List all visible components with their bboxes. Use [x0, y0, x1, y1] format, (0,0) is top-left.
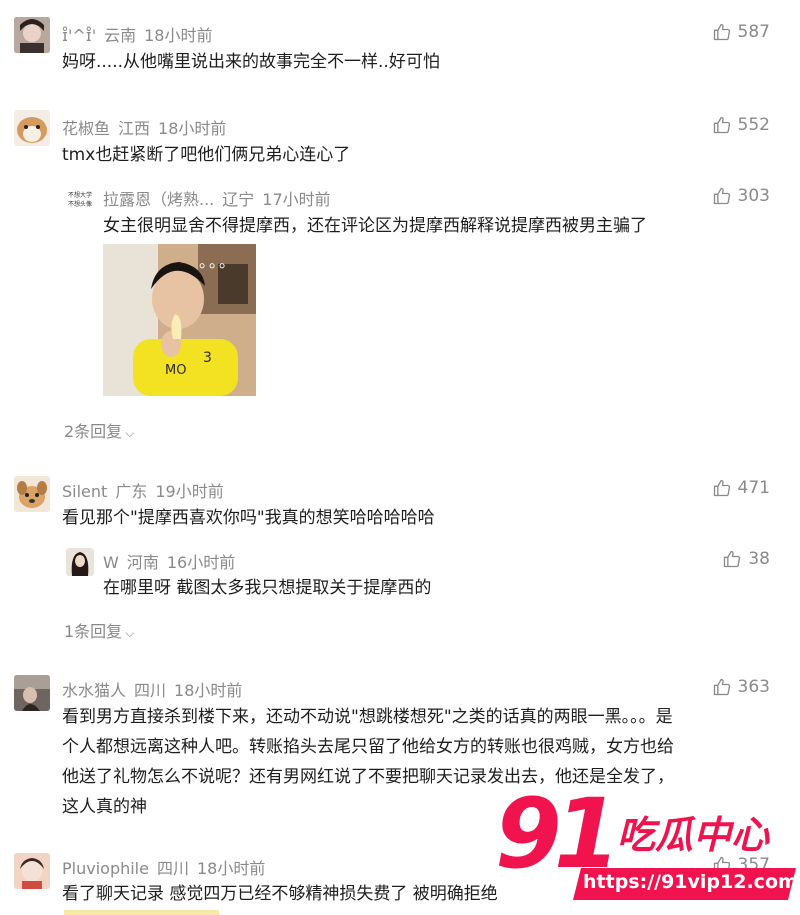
- like-button[interactable]: 363: [712, 677, 770, 697]
- view-replies-link[interactable]: 1条回复 ⌵: [64, 618, 134, 642]
- comment-text: tmx也赶紧断了吧他们俩兄弟心连心了: [62, 145, 351, 165]
- like-button[interactable]: 587: [712, 22, 770, 42]
- location: 江西: [118, 119, 151, 138]
- comment-text: 看到男方直接杀到楼下来，还动不动说"想跳楼想死"之类的话真的两眼一黑。。。是 个…: [62, 702, 782, 822]
- like-count: 471: [737, 478, 770, 498]
- comment-text: 看了聊天记录 感觉四万已经不够精神损失费了 被明确拒绝: [62, 884, 498, 904]
- like-count: 552: [737, 115, 770, 135]
- location: 辽宁: [222, 190, 255, 209]
- location: 广东: [115, 482, 148, 501]
- comment-meta: ɪ̊'^ɪ̊' 云南 18小时前: [62, 22, 212, 46]
- like-button[interactable]: 552: [712, 115, 770, 135]
- username[interactable]: W: [103, 553, 119, 572]
- username[interactable]: Silent: [62, 482, 107, 501]
- comment-text: 看见那个"提摩西喜欢你吗"我真的想笑哈哈哈哈哈: [62, 508, 435, 528]
- thumbs-up-icon: [713, 187, 730, 205]
- like-count: 38: [748, 549, 770, 569]
- like-count: 357: [737, 855, 770, 875]
- like-button[interactable]: 471: [712, 478, 770, 498]
- reply-image[interactable]: MO 3 。。。: [103, 244, 256, 396]
- photo-overlay-text: 。。。: [199, 252, 238, 271]
- like-button[interactable]: 303: [712, 186, 770, 206]
- avatar[interactable]: [14, 675, 50, 711]
- location: 云南: [104, 26, 137, 45]
- like-button[interactable]: 357: [712, 855, 770, 875]
- reply-text: 在哪里呀 截图太多我只想提取关于提摩西的: [103, 578, 432, 598]
- comment-text-line: 这人真的神: [62, 797, 147, 817]
- highlight-underline: [64, 910, 219, 915]
- comment-meta: 花椒鱼 江西 18小时前: [62, 115, 226, 139]
- reply-meta: 拉露恩（烤熟... 辽宁 17小时前: [103, 186, 331, 210]
- location: 四川: [156, 859, 189, 878]
- reply-avatar-text: 不想大学 不想头像: [67, 192, 92, 208]
- avatar[interactable]: [14, 853, 50, 889]
- username[interactable]: ɪ̊'^ɪ̊': [62, 26, 96, 45]
- timestamp: 18小时前: [158, 119, 227, 138]
- like-count: 363: [737, 677, 770, 697]
- thumbs-up-icon: [713, 856, 730, 874]
- comment-text: 妈呀.....从他嘴里说出来的故事完全不一样..好可怕: [62, 52, 440, 72]
- timestamp: 17小时前: [262, 190, 331, 209]
- comment-meta: Pluviophile 四川 18小时前: [62, 855, 265, 879]
- comment-meta: 水水猫人 四川 18小时前: [62, 677, 242, 701]
- username[interactable]: 水水猫人: [62, 681, 126, 700]
- location: 四川: [134, 681, 167, 700]
- avatar[interactable]: [14, 110, 50, 146]
- chevron-down-icon: ⌵: [125, 626, 135, 640]
- timestamp: 18小时前: [196, 859, 266, 878]
- like-button[interactable]: 38: [722, 549, 770, 569]
- reply-avatar[interactable]: [66, 548, 94, 576]
- avatar[interactable]: [14, 476, 50, 512]
- timestamp: 18小时前: [174, 681, 243, 700]
- reply-avatar[interactable]: 不想大学 不想头像: [66, 186, 94, 214]
- chevron-down-icon: ⌵: [125, 426, 135, 440]
- svg-text:3: 3: [203, 350, 212, 366]
- timestamp: 19小时前: [155, 482, 224, 501]
- thumbs-up-icon: [713, 23, 730, 41]
- replies-count: 2条回复: [64, 422, 123, 441]
- username[interactable]: Pluviophile: [62, 859, 149, 878]
- reply-meta: W 河南 16小时前: [103, 549, 235, 573]
- comment-text-line: 他送了礼物怎么不说呢？还有男网红说了不要把聊天记录发出去，他还是全发了，: [62, 767, 674, 787]
- thumbs-up-icon: [724, 550, 741, 568]
- comment-text-line: 看到男方直接杀到楼下来，还动不动说"想跳楼想死"之类的话真的两眼一黑。。。是: [62, 707, 673, 727]
- thumbs-up-icon: [713, 116, 730, 134]
- comment-meta: Silent 广东 19小时前: [62, 478, 224, 502]
- username[interactable]: 拉露恩（烤熟...: [103, 190, 214, 209]
- like-count: 587: [737, 22, 770, 42]
- thumbs-up-icon: [713, 678, 730, 696]
- reply-text: 女主很明显舍不得提摩西，还在评论区为提摩西解释说提摩西被男主骗了: [103, 216, 647, 236]
- username[interactable]: 花椒鱼: [62, 119, 110, 138]
- thumbs-up-icon: [713, 479, 730, 497]
- svg-text:MO: MO: [165, 363, 186, 378]
- comment-text-line: 个人都想远离这种人吧。转账掐头去尾只留了他给女方的转账也很鸡贼，女方也给: [62, 737, 674, 757]
- timestamp: 16小时前: [166, 553, 236, 572]
- timestamp: 18小时前: [144, 26, 213, 45]
- replies-count: 1条回复: [64, 622, 123, 641]
- avatar[interactable]: [14, 17, 50, 53]
- view-replies-link[interactable]: 2条回复 ⌵: [64, 418, 134, 442]
- like-count: 303: [737, 186, 770, 206]
- location: 河南: [126, 553, 159, 572]
